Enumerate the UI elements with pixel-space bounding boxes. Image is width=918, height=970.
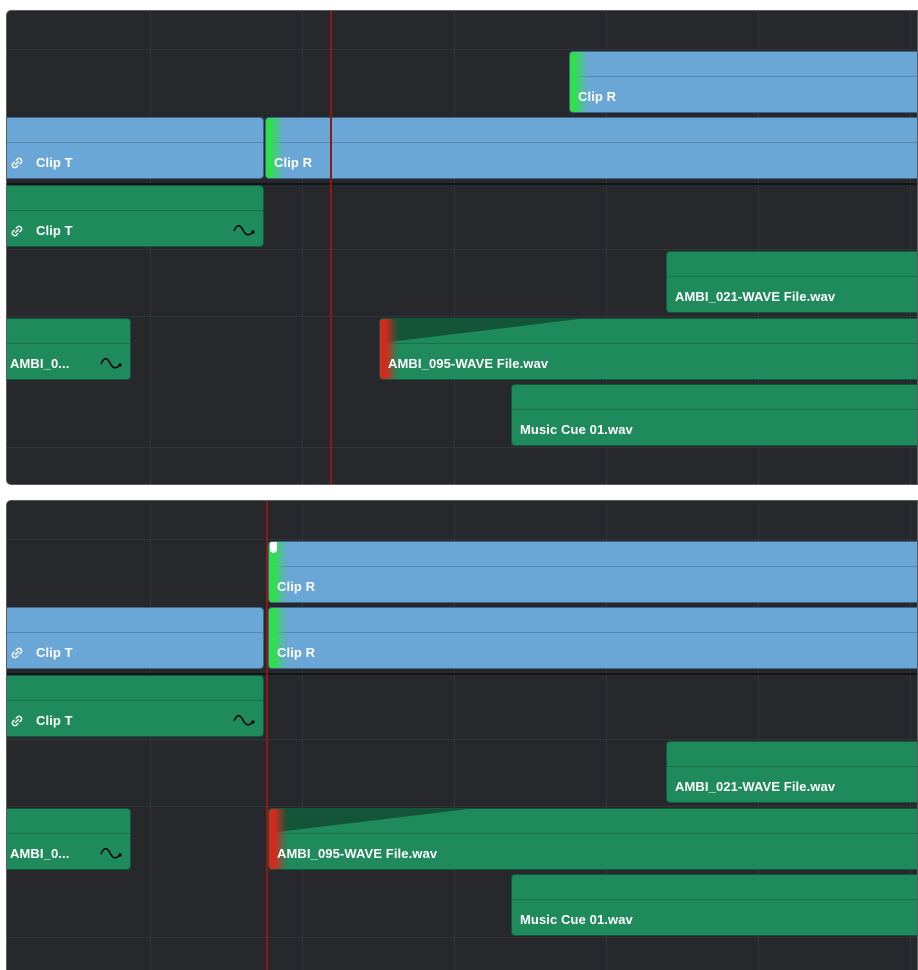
audio-curve-icon[interactable] (233, 712, 255, 728)
clip-label: AMBI_095-WAVE File.wav (388, 356, 549, 371)
audio-clip-ambi-021[interactable]: AMBI_021-WAVE File.wav (666, 741, 917, 803)
clip-label: Clip R (578, 89, 617, 104)
clip-label: AMBI_095-WAVE File.wav (277, 846, 438, 861)
link-icon (11, 225, 23, 237)
clip-label: AMBI_0... (10, 846, 70, 861)
fade-in-ramp[interactable] (269, 809, 918, 833)
audio-clip-music-cue[interactable]: Music Cue 01.wav (511, 874, 917, 936)
audio-clip-music-cue[interactable]: Music Cue 01.wav (511, 384, 917, 446)
clip-label: AMBI_0... (10, 356, 70, 371)
audio-clip-ambi-short[interactable]: AMBI_0... (7, 318, 131, 380)
link-icon (11, 157, 23, 169)
clip-label: Music Cue 01.wav (520, 912, 633, 927)
playhead[interactable] (330, 11, 332, 484)
clip-label: Clip R (277, 645, 316, 660)
video-clip-r-v1[interactable]: Clip R (268, 607, 917, 669)
video-clip-r-v2[interactable]: Clip R (268, 541, 917, 603)
clip-label: Music Cue 01.wav (520, 422, 633, 437)
video-clip-r-v2[interactable]: Clip R (569, 51, 917, 113)
audio-clip-ambi-short[interactable]: AMBI_0... (7, 808, 131, 870)
video-clip-r-v1[interactable]: Clip R (265, 117, 917, 179)
timeline-after: Clip R Clip T Clip R Clip T AMBI_021-WAV… (6, 500, 918, 970)
audio-clip-t-a1[interactable]: Clip T (7, 675, 264, 737)
audio-clip-ambi-021[interactable]: AMBI_021-WAVE File.wav (666, 251, 917, 313)
timeline-before: Clip R Clip T Clip R Clip T AMBI_021-WAV… (6, 10, 918, 485)
clip-label: AMBI_021-WAVE File.wav (675, 779, 836, 794)
clip-label: Clip T (36, 645, 73, 660)
link-icon (11, 647, 23, 659)
clip-label: AMBI_021-WAVE File.wav (675, 289, 836, 304)
video-clip-t-v1[interactable]: Clip T (7, 117, 264, 179)
clip-label: Clip R (274, 155, 313, 170)
audio-curve-icon[interactable] (233, 222, 255, 238)
clip-label: Clip T (36, 713, 73, 728)
playhead[interactable] (266, 501, 268, 970)
edit-point-flag-icon[interactable] (270, 542, 277, 553)
audio-curve-icon[interactable] (100, 355, 122, 371)
clip-label: Clip R (277, 579, 316, 594)
fade-in-ramp[interactable] (380, 319, 918, 343)
video-clip-t-v1[interactable]: Clip T (7, 607, 264, 669)
link-icon (11, 715, 23, 727)
audio-curve-icon[interactable] (100, 845, 122, 861)
audio-clip-ambi-095[interactable]: AMBI_095-WAVE File.wav (379, 318, 918, 380)
clip-label: Clip T (36, 155, 73, 170)
clip-label: Clip T (36, 223, 73, 238)
audio-clip-ambi-095[interactable]: AMBI_095-WAVE File.wav (268, 808, 918, 870)
audio-clip-t-a1[interactable]: Clip T (7, 185, 264, 247)
